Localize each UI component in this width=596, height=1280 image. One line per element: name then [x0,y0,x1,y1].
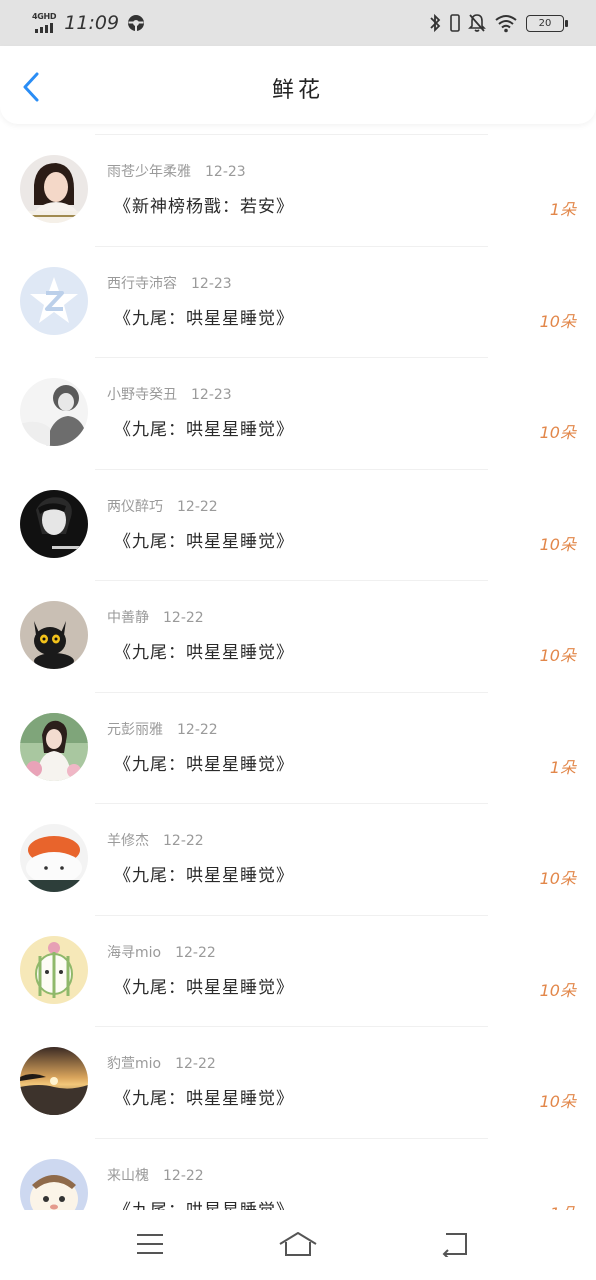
user-name[interactable]: 两仪醉巧 [107,499,163,515]
user-name[interactable]: 元彭丽雅 [107,722,163,738]
flower-count: 10朵 [539,1092,576,1111]
signal-icon: 4GHD [32,12,57,33]
list-item[interactable]: 西行寺沛容 12-23 《九尾：哄星星睡觉》 10朵 [0,245,596,358]
avatar[interactable] [20,155,88,223]
bluetooth-icon [430,13,441,33]
avatar[interactable] [20,824,88,892]
home-icon [279,1232,317,1256]
battery-level: 20 [538,17,552,29]
date: 12-23 [205,164,246,180]
list-item[interactable]: 雨苍少年柔雅 12-23 《新神榜杨戬：若安》 1朵 [0,134,596,246]
home-button[interactable] [278,1228,318,1260]
avatar[interactable] [20,601,88,669]
date: 12-22 [163,610,204,626]
date: 12-22 [163,833,204,849]
back-nav-button[interactable] [434,1228,474,1260]
gift-title[interactable]: 《九尾：哄星星睡觉》 [114,750,294,775]
clock: 11:09 [64,12,120,34]
wifi-icon [495,15,517,33]
list-item[interactable]: 两仪醉巧 12-22 《九尾：哄星星睡觉》 10朵 [0,468,596,581]
avatar[interactable] [20,1047,88,1115]
page-title: 鲜花 [271,78,324,103]
gift-title[interactable]: 《九尾：哄星星睡觉》 [114,527,294,552]
mute-bell-icon [468,14,486,32]
avatar[interactable] [20,266,88,335]
list-item[interactable]: 海寻mio 12-22 《九尾：哄星星睡觉》 10朵 [0,914,596,1027]
back-icon [442,1233,467,1257]
gift-title[interactable]: 《九尾：哄星星睡觉》 [114,415,294,440]
list-item[interactable]: 豹萱mio 12-22 《九尾：哄星星睡觉》 10朵 [0,1026,596,1138]
user-name[interactable]: 豹萱mio [107,1056,161,1072]
list-item[interactable]: 羊修杰 12-22 《九尾：哄星星睡觉》 10朵 [0,803,596,915]
list-item[interactable]: 小野寺癸丑 12-23 《九尾：哄星星睡觉》 10朵 [0,357,596,469]
user-name[interactable]: 小野寺癸丑 [107,387,177,403]
battery-icon: 20 [526,14,568,32]
date: 12-22 [163,1167,204,1184]
date: 12-22 [177,498,218,515]
gift-title[interactable]: 《新神榜杨戬：若安》 [114,192,294,217]
date: 12-22 [175,1056,216,1072]
flower-count: 10朵 [539,646,576,665]
vibrate-icon [450,14,460,32]
steering-wheel-icon [128,15,145,31]
gift-title[interactable]: 《九尾：哄星星睡觉》 [114,304,294,329]
network-type: 4GHD [32,12,57,21]
flower-count: 10朵 [539,980,576,1000]
gift-title[interactable]: 《九尾：哄星星睡觉》 [114,973,294,998]
gift-title[interactable]: 《九尾：哄星星睡觉》 [114,861,294,886]
user-name[interactable]: 西行寺沛容 [107,276,177,292]
date: 12-22 [175,944,216,961]
user-name[interactable]: 雨苍少年柔雅 [107,164,191,180]
avatar[interactable] [20,378,88,446]
date: 12-23 [191,275,232,292]
flower-count: 10朵 [539,869,576,888]
date: 12-23 [191,387,232,403]
gift-title[interactable]: 《九尾：哄星星睡觉》 [114,1084,294,1109]
menu-icon [137,1234,163,1254]
avatar[interactable] [20,712,88,781]
flower-count: 1朵 [549,757,576,777]
flower-list: 雨苍少年柔雅 12-23 《新神榜杨戬：若安》 1朵 西行寺沛容 12-23 《九尾… [0,134,596,1249]
gift-title[interactable]: 《九尾：哄星星睡觉》 [114,638,294,663]
user-name[interactable]: 来山槐 [107,1168,149,1184]
flower-count: 1朵 [549,200,576,219]
user-name[interactable]: 羊修杰 [107,833,149,849]
user-name[interactable]: 中善静 [107,610,149,626]
system-nav-bar [0,1210,596,1280]
user-name[interactable]: 海寻mio [107,945,161,961]
header: 鲜花 [0,46,596,124]
list-item[interactable]: 中善静 12-22 《九尾：哄星星睡觉》 10朵 [0,580,596,692]
flower-count: 10朵 [539,534,576,554]
flower-count: 10朵 [539,423,576,442]
avatar[interactable] [20,935,88,1004]
flower-count: 10朵 [539,311,576,331]
avatar[interactable] [20,489,88,558]
date: 12-22 [177,721,218,738]
menu-button[interactable] [130,1228,170,1260]
list-item[interactable]: 元彭丽雅 12-22 《九尾：哄星星睡觉》 1朵 [0,691,596,804]
status-bar: 4GHD 11:09 20 [0,0,596,46]
